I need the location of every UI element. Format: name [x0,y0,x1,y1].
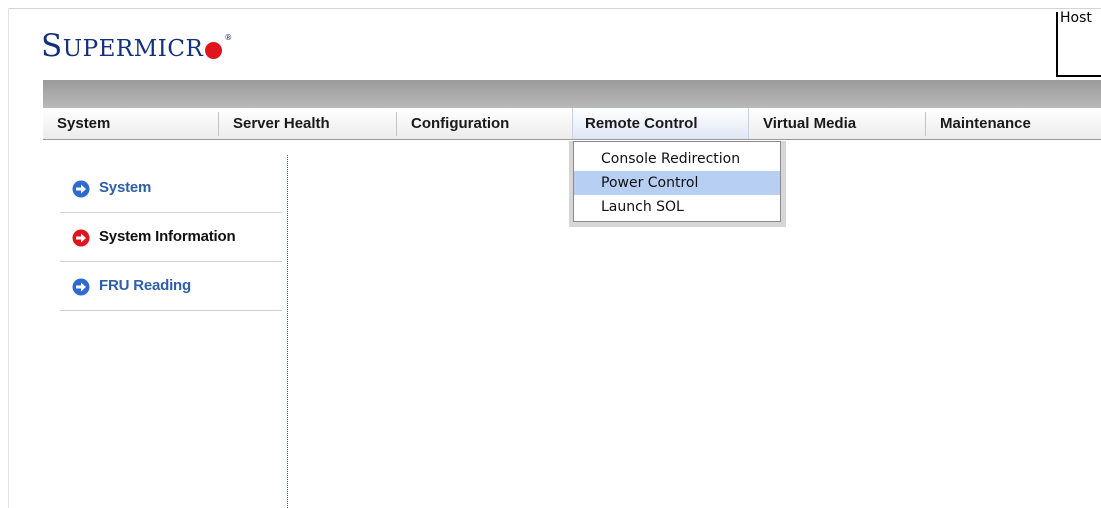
host-label: Host [1060,10,1092,26]
menu-remote-control[interactable]: Remote Control [572,108,749,139]
arrow-right-circle-icon [72,180,90,198]
logo-red-dot-icon [205,42,223,59]
left-rule [8,8,9,508]
menu-virtual-media[interactable]: Virtual Media [749,108,925,139]
logo-text: UPERMICR [62,36,204,62]
sidebar-item-system-information[interactable]: System Information [60,213,282,262]
arrow-right-circle-icon [72,278,90,296]
menu-maintenance[interactable]: Maintenance [926,108,1101,139]
sidebar-item-label: System [99,179,152,196]
menu-configuration[interactable]: Configuration [397,108,572,139]
sidebar-item-system[interactable]: System [60,164,282,213]
supermicro-logo: S UPERMICR ® [41,28,233,62]
main-menu-bar: System Server Health Configuration Remot… [43,108,1101,140]
remote-control-dropdown: Console Redirection Power Control Launch… [573,141,781,222]
logo-initial: S [41,28,63,64]
sidebar-divider [287,155,288,508]
header-gray-bar [43,80,1101,108]
arrow-right-circle-icon [72,229,90,247]
dropdown-power-control[interactable]: Power Control [574,171,780,195]
sidebar-item-fru-reading[interactable]: FRU Reading [60,262,282,311]
page: S UPERMICR ® Host System Server Health C… [0,0,1101,508]
logo-registered-mark: ® [224,33,233,42]
dropdown-console-redirection[interactable]: Console Redirection [574,147,780,171]
menu-server-health[interactable]: Server Health [219,108,396,139]
menu-system[interactable]: System [43,108,218,139]
sidebar-item-label: System Information [99,228,236,245]
dropdown-launch-sol[interactable]: Launch SOL [574,195,780,219]
left-sidebar: System System Information FRU Reading [60,164,282,311]
top-rule [8,8,1101,9]
sidebar-item-label: FRU Reading [99,277,191,294]
